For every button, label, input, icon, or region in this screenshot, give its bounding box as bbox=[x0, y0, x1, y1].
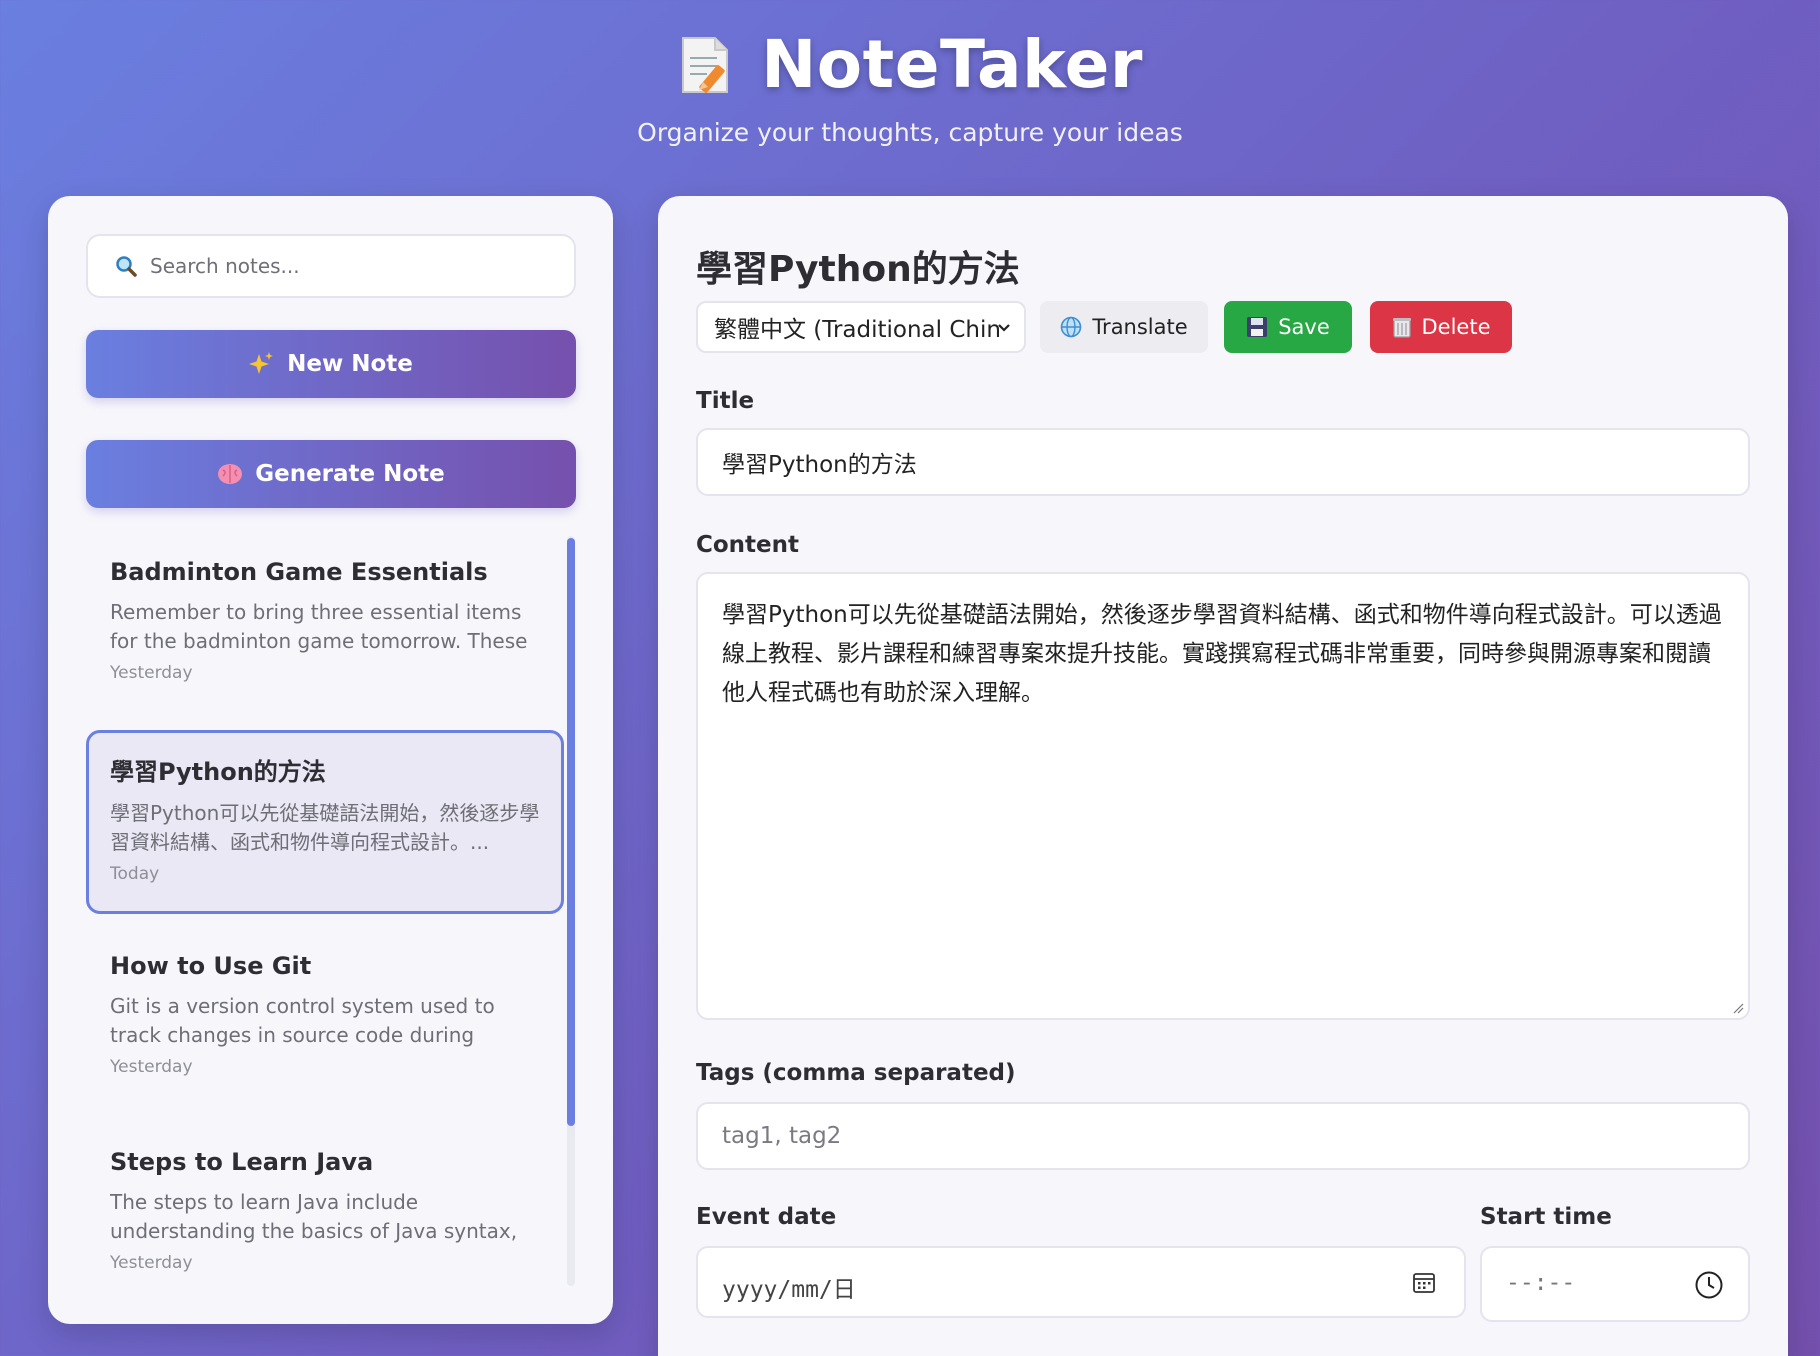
note-excerpt: 學習Python可以先從基礎語法開始，然後逐步學習資料結構、函式和物件導向程式設… bbox=[110, 801, 540, 854]
note-title: How to Use Git bbox=[110, 952, 312, 980]
title-input[interactable] bbox=[698, 430, 1748, 494]
memo-icon bbox=[682, 36, 729, 93]
notes-list: Badminton Game Essentials Remember to br… bbox=[86, 536, 576, 1296]
globe-icon bbox=[1061, 316, 1082, 338]
tags-input[interactable] bbox=[698, 1104, 1748, 1168]
note-date: Today bbox=[110, 864, 160, 884]
note-date: Yesterday bbox=[110, 1057, 193, 1077]
note-editor: 學習Python的方法 繁體中文 (Traditional Chin Trans… bbox=[658, 196, 1788, 1356]
search-box[interactable] bbox=[86, 234, 576, 298]
start-time-placeholder: --:-- bbox=[1506, 1270, 1576, 1296]
note-item-git[interactable]: How to Use Git Git is a version control … bbox=[86, 930, 564, 1112]
wastebasket-icon bbox=[1392, 318, 1411, 338]
tags-field[interactable] bbox=[696, 1102, 1750, 1170]
note-title: Badminton Game Essentials bbox=[110, 558, 488, 586]
title-label: Title bbox=[696, 388, 755, 414]
editor-heading: 學習Python的方法 bbox=[696, 249, 1020, 290]
content-textarea[interactable]: 學習Python可以先從基礎語法開始，然後逐步學習資料結構、函式和物件導向程式設… bbox=[696, 572, 1750, 1020]
note-title: Steps to Learn Java bbox=[110, 1148, 374, 1176]
translate-label: Translate bbox=[1092, 315, 1188, 339]
brain-icon bbox=[218, 464, 243, 484]
note-item-badminton[interactable]: Badminton Game Essentials Remember to br… bbox=[86, 536, 564, 718]
event-date-label: Event date bbox=[696, 1204, 837, 1230]
event-date-field[interactable]: yyyy/mm/日 bbox=[696, 1246, 1466, 1318]
delete-button[interactable]: Delete bbox=[1370, 301, 1512, 353]
content-label: Content bbox=[696, 532, 800, 558]
new-note-label: New Note bbox=[287, 351, 413, 377]
note-date: Yesterday bbox=[110, 663, 193, 683]
floppy-disk-icon bbox=[1247, 317, 1268, 337]
calendar-icon[interactable] bbox=[1412, 1270, 1436, 1294]
resize-grip-icon[interactable] bbox=[1730, 1000, 1744, 1014]
note-excerpt: Git is a version control system used to … bbox=[110, 994, 495, 1047]
new-note-button[interactable]: New Note bbox=[86, 330, 576, 398]
sidebar: New Note Generate Note Badminton Game Es… bbox=[48, 196, 613, 1324]
generate-note-label: Generate Note bbox=[255, 461, 445, 487]
note-title: 學習Python的方法 bbox=[110, 758, 326, 786]
save-button[interactable]: Save bbox=[1224, 301, 1352, 353]
event-date-placeholder: yyyy/mm/日 bbox=[722, 1277, 856, 1303]
app-title-text: NoteTaker bbox=[761, 26, 1143, 103]
app-subtitle: Organize your thoughts, capture your ide… bbox=[637, 118, 1183, 147]
content-text: 學習Python可以先從基礎語法開始，然後逐步學習資料結構、函式和物件導向程式設… bbox=[722, 602, 1722, 706]
chevron-down-icon bbox=[998, 324, 1010, 332]
sparkles-icon bbox=[249, 352, 274, 374]
search-icon bbox=[116, 256, 137, 277]
generate-note-button[interactable]: Generate Note bbox=[86, 440, 576, 508]
app-title: NoteTaker bbox=[0, 26, 1820, 103]
start-time-label: Start time bbox=[1480, 1204, 1612, 1230]
app-header: NoteTaker Organize your thoughts, captur… bbox=[0, 0, 1820, 190]
note-item-java[interactable]: Steps to Learn Java The steps to learn J… bbox=[86, 1126, 564, 1296]
title-field[interactable] bbox=[696, 428, 1750, 496]
save-label: Save bbox=[1278, 315, 1330, 339]
clock-icon[interactable] bbox=[1694, 1270, 1724, 1300]
language-selected: 繁體中文 (Traditional Chin bbox=[714, 317, 1001, 343]
note-excerpt: Remember to bring three essential items … bbox=[110, 600, 528, 653]
tags-label: Tags (comma separated) bbox=[696, 1060, 1016, 1086]
note-item-python[interactable]: 學習Python的方法 學習Python可以先從基礎語法開始，然後逐步學習資料結… bbox=[86, 730, 564, 914]
notes-scrollbar-thumb[interactable] bbox=[567, 538, 575, 1126]
language-select[interactable]: 繁體中文 (Traditional Chin bbox=[696, 301, 1026, 353]
note-date: Yesterday bbox=[110, 1253, 193, 1273]
translate-button[interactable]: Translate bbox=[1040, 301, 1208, 353]
delete-label: Delete bbox=[1421, 315, 1491, 339]
search-input[interactable] bbox=[150, 254, 550, 278]
start-time-field[interactable]: --:-- bbox=[1480, 1246, 1750, 1322]
note-excerpt: The steps to learn Java include understa… bbox=[110, 1190, 518, 1243]
